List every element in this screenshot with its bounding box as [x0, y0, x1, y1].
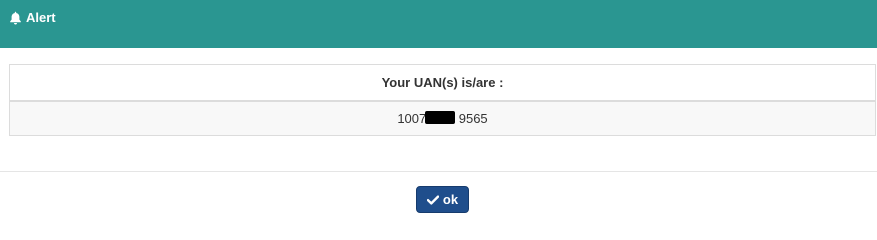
table-header-row: Your UAN(s) is/are : [9, 64, 876, 102]
ok-button[interactable]: ok [416, 186, 469, 213]
uan-cell: 1007 9565 [9, 100, 876, 136]
dialog-title-text: Alert [26, 10, 56, 25]
dialog-header: Alert [0, 0, 877, 48]
ok-button-label: ok [442, 192, 459, 207]
check-icon [426, 194, 439, 205]
alert-dialog: Alert Your UAN(s) is/are : 1007 9565 ok [0, 0, 877, 215]
dialog-title: Alert [9, 10, 56, 26]
footer-divider [0, 171, 877, 172]
redaction-mark [425, 111, 456, 124]
uan-value-wrapper: 1007 9565 [397, 111, 488, 126]
uan-table: Your UAN(s) is/are : 1007 9565 [9, 64, 876, 136]
bell-icon [9, 11, 22, 25]
uan-column-header: Your UAN(s) is/are : [9, 64, 876, 102]
table-row: 1007 9565 [9, 100, 876, 136]
